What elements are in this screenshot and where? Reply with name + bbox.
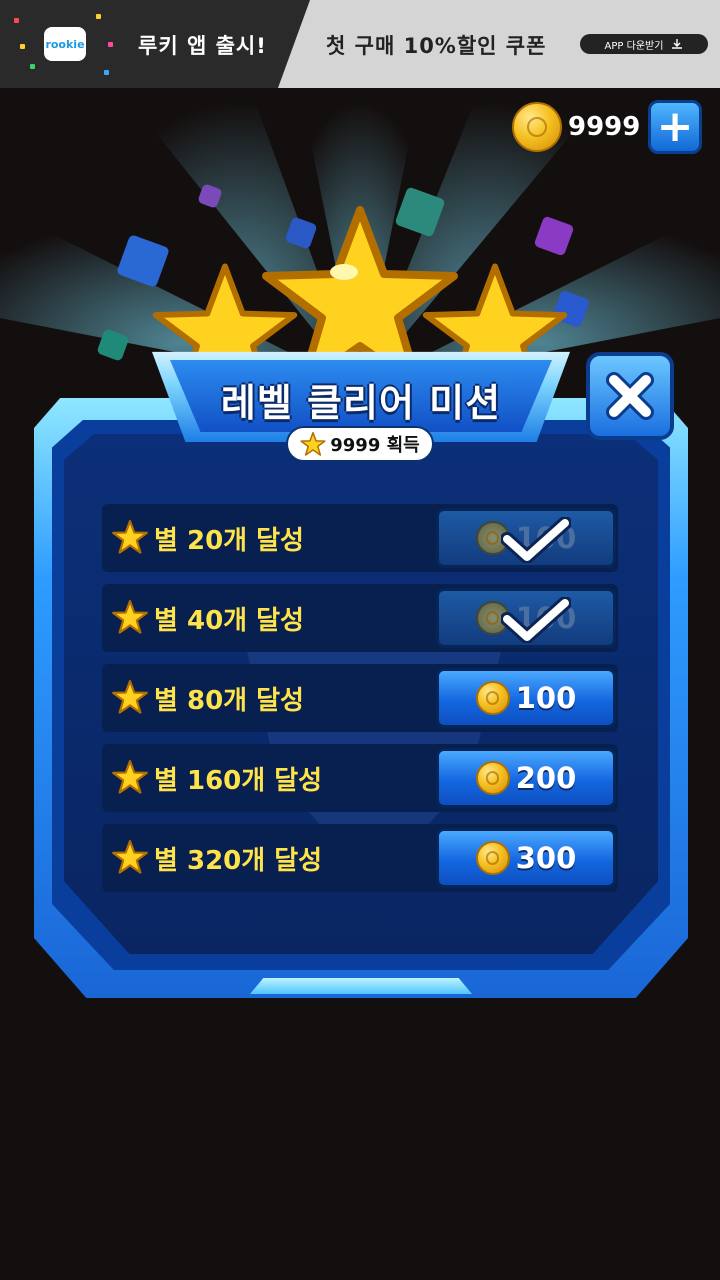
mission-row: 별 80개 달성 100 [102, 664, 618, 732]
confetti [96, 14, 101, 19]
reward-amount: 300 [515, 841, 577, 875]
stars-earned-badge: 9999 획득 [286, 426, 434, 462]
star-icon [112, 680, 148, 714]
download-label: APP 다운받기 [604, 40, 664, 52]
panel-bottom-bar [250, 978, 472, 994]
coin-counter: 9999 + [512, 100, 702, 154]
ad-banner[interactable]: rookie 루키 앱 출시! 첫 구매 10%할인 쿠폰 APP 다운받기 [0, 0, 720, 88]
star-icon [112, 840, 148, 874]
reward-claimed-button[interactable]: 100 [436, 508, 616, 568]
coin-icon [512, 102, 562, 152]
reward-amount: 100 [515, 681, 577, 715]
plus-icon: + [656, 101, 694, 152]
coin-count: 9999 [568, 112, 641, 142]
mission-label: 별 20개 달성 [154, 526, 304, 556]
mission-label: 별 320개 달성 [154, 846, 323, 876]
close-button[interactable] [586, 352, 674, 440]
check-icon [501, 597, 571, 643]
star-icon [112, 520, 148, 554]
close-icon [606, 372, 654, 420]
coin-icon [475, 681, 510, 715]
star-icon [300, 432, 326, 456]
confetti [108, 42, 113, 47]
add-coins-button[interactable]: + [648, 100, 702, 154]
download-icon [672, 39, 683, 49]
mission-row: 별 160개 달성 200 [102, 744, 618, 812]
mission-label: 별 40개 달성 [154, 606, 304, 636]
ad-launch-text: 루키 앱 출시! [138, 34, 267, 58]
title-banner: 레벨 클리어 미션 9999 획득 [152, 344, 570, 462]
claim-reward-button[interactable]: 100 [436, 668, 616, 728]
claim-reward-button[interactable]: 300 [436, 828, 616, 888]
confetti [30, 64, 35, 69]
mission-row: 별 20개 달성 100 [102, 504, 618, 572]
star-icon [112, 600, 148, 634]
rookie-logo: rookie [44, 27, 86, 61]
claim-reward-button[interactable]: 200 [436, 748, 616, 808]
coin-icon [475, 761, 510, 795]
app-download-button[interactable]: APP 다운받기 [580, 34, 708, 54]
stars-earned-text: 9999 획득 [330, 435, 420, 456]
check-icon [501, 517, 571, 563]
mission-label: 별 80개 달성 [154, 686, 304, 716]
ad-coupon-text: 첫 구매 10%할인 쿠폰 [326, 34, 547, 58]
confetti [20, 44, 25, 49]
star-icon [112, 760, 148, 794]
coin-icon [475, 841, 510, 875]
mission-row: 별 40개 달성 100 [102, 584, 618, 652]
popup-title: 레벨 클리어 미션 [220, 381, 502, 425]
confetti [14, 18, 19, 23]
mission-label: 별 160개 달성 [154, 766, 323, 796]
confetti [104, 70, 109, 75]
reward-claimed-button[interactable]: 100 [436, 588, 616, 648]
mission-row: 별 320개 달성 300 [102, 824, 618, 892]
reward-amount: 200 [515, 761, 577, 795]
